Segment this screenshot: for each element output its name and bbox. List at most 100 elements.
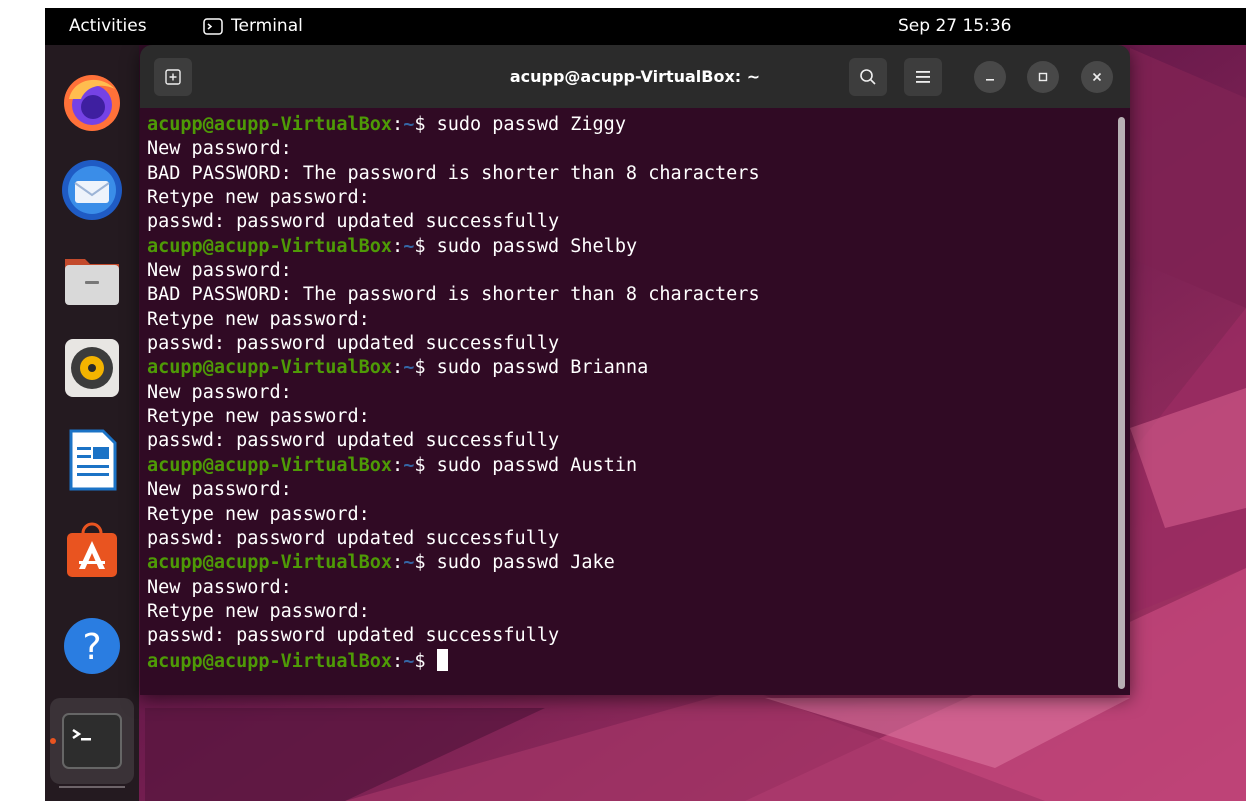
- svg-text:?: ?: [82, 627, 101, 668]
- writer-icon[interactable]: [59, 427, 125, 493]
- software-icon[interactable]: [59, 517, 125, 583]
- prompt-separator: :: [392, 650, 404, 672]
- firefox-icon[interactable]: [59, 69, 125, 135]
- output-text: Retype new password:: [147, 187, 370, 209]
- output-text: passwd: password updated successfully: [147, 625, 560, 647]
- terminal-titlebar[interactable]: acupp@acupp-VirtualBox: ~: [140, 45, 1130, 108]
- desktop-screen: Activities Terminal Sep 27 15:36 ? acupp…: [45, 8, 1246, 801]
- app-menu-label: Terminal: [231, 16, 303, 36]
- search-icon: [860, 69, 876, 85]
- top-bar: Activities Terminal Sep 27 15:36: [45, 8, 1246, 45]
- output-text: passwd: password updated successfully: [147, 333, 560, 355]
- search-button[interactable]: [849, 58, 887, 96]
- prompt-user: acupp@acupp-VirtualBox: [147, 235, 393, 257]
- prompt-line: acupp@acupp-VirtualBox:~$ sudo passwd Ja…: [147, 551, 760, 575]
- prompt-path: ~: [403, 114, 415, 135]
- output-line: Retype new password:: [147, 405, 760, 429]
- output-text: New password:: [147, 260, 292, 282]
- maximize-icon: [1038, 72, 1048, 82]
- output-text: passwd: password updated successfully: [147, 527, 560, 549]
- command-text: sudo passwd Brianna: [436, 357, 649, 379]
- terminal-window: acupp@acupp-VirtualBox: ~ acupp@acupp-Vi…: [140, 45, 1130, 695]
- output-line: Retype new password:: [147, 308, 760, 332]
- output-text: passwd: password updated successfully: [147, 211, 560, 233]
- prompt-user: acupp@acupp-VirtualBox: [147, 552, 393, 574]
- prompt-user: acupp@acupp-VirtualBox: [147, 454, 393, 476]
- thunderbird-icon[interactable]: [59, 157, 125, 223]
- prompt-line: acupp@acupp-VirtualBox:~$ sudo passwd Zi…: [147, 113, 760, 137]
- prompt-separator: :: [392, 357, 404, 379]
- output-text: Retype new password:: [147, 600, 370, 622]
- running-indicator: [50, 738, 56, 744]
- prompt-symbol: $: [414, 552, 437, 574]
- prompt-symbol: $: [414, 454, 437, 476]
- output-line: passwd: password updated successfully: [147, 527, 760, 551]
- minimize-icon: [986, 79, 994, 81]
- prompt-separator: :: [392, 235, 404, 257]
- text-cursor: [436, 648, 448, 671]
- output-text: passwd: password updated successfully: [147, 430, 560, 452]
- hamburger-icon: [916, 71, 930, 83]
- command-text: sudo passwd Jake: [436, 552, 615, 574]
- prompt-user: acupp@acupp-VirtualBox: [147, 357, 393, 379]
- prompt-symbol: $: [414, 235, 437, 257]
- activities-button[interactable]: Activities: [69, 16, 147, 36]
- files-icon[interactable]: [59, 245, 125, 311]
- help-icon[interactable]: ?: [59, 613, 125, 679]
- prompt-line: acupp@acupp-VirtualBox:~$: [147, 648, 760, 673]
- terminal-small-icon: [203, 17, 223, 35]
- output-line: New password:: [147, 478, 760, 502]
- prompt-line: acupp@acupp-VirtualBox:~$ sudo passwd Sh…: [147, 235, 760, 259]
- rhythmbox-icon[interactable]: [59, 335, 125, 401]
- output-line: Retype new password:: [147, 503, 760, 527]
- output-line: BAD PASSWORD: The password is shorter th…: [147, 283, 760, 307]
- dock-separator: [59, 786, 125, 788]
- terminal-body[interactable]: acupp@acupp-VirtualBox:~$ sudo passwd Zi…: [140, 108, 1130, 695]
- output-line: New password:: [147, 137, 760, 161]
- prompt-path: ~: [403, 235, 415, 257]
- output-text: New password:: [147, 576, 292, 598]
- output-line: passwd: password updated successfully: [147, 332, 760, 356]
- prompt-user: acupp@acupp-VirtualBox: [147, 650, 393, 672]
- terminal-output[interactable]: acupp@acupp-VirtualBox:~$ sudo passwd Zi…: [147, 113, 760, 673]
- prompt-separator: :: [392, 552, 404, 574]
- command-text: sudo passwd Shelby: [436, 235, 638, 257]
- command-text: sudo passwd Ziggy: [436, 114, 626, 135]
- prompt-symbol: $: [414, 114, 437, 135]
- prompt-path: ~: [403, 454, 415, 476]
- prompt-path: ~: [403, 552, 415, 574]
- output-line: passwd: password updated successfully: [147, 210, 760, 234]
- output-text: Retype new password:: [147, 308, 370, 330]
- output-text: Retype new password:: [147, 503, 370, 525]
- dock: ?: [45, 45, 139, 801]
- output-text: BAD PASSWORD: The password is shorter th…: [147, 162, 760, 184]
- prompt-line: acupp@acupp-VirtualBox:~$ sudo passwd Au…: [147, 454, 760, 478]
- output-text: New password:: [147, 381, 292, 403]
- prompt-symbol: $: [414, 357, 437, 379]
- maximize-button[interactable]: [1027, 61, 1059, 93]
- output-line: Retype new password:: [147, 600, 760, 624]
- prompt-path: ~: [403, 357, 415, 379]
- output-text: BAD PASSWORD: The password is shorter th…: [147, 284, 760, 306]
- output-line: New password:: [147, 259, 760, 283]
- command-text: sudo passwd Austin: [436, 454, 638, 476]
- minimize-button[interactable]: [974, 61, 1006, 93]
- app-menu[interactable]: Terminal: [203, 16, 303, 36]
- menu-button[interactable]: [904, 58, 942, 96]
- close-icon: [1092, 72, 1102, 82]
- prompt-separator: :: [392, 114, 404, 135]
- prompt-path: ~: [403, 650, 415, 672]
- output-line: BAD PASSWORD: The password is shorter th…: [147, 162, 760, 186]
- output-line: Retype new password:: [147, 186, 760, 210]
- clock[interactable]: Sep 27 15:36: [898, 16, 1011, 36]
- prompt-line: acupp@acupp-VirtualBox:~$ sudo passwd Br…: [147, 356, 760, 380]
- close-button[interactable]: [1081, 61, 1113, 93]
- prompt-separator: :: [392, 454, 404, 476]
- terminal-icon[interactable]: [59, 708, 125, 774]
- scrollbar[interactable]: [1118, 117, 1125, 689]
- output-line: passwd: password updated successfully: [147, 429, 760, 453]
- output-line: New password:: [147, 576, 760, 600]
- output-text: New password:: [147, 479, 292, 501]
- output-line: passwd: password updated successfully: [147, 624, 760, 648]
- output-text: New password:: [147, 138, 292, 160]
